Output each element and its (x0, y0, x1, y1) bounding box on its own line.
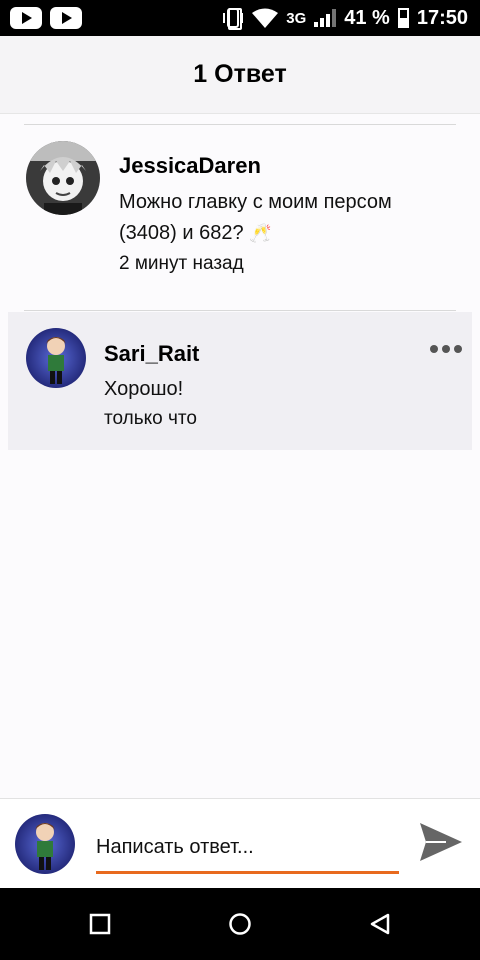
comment-author[interactable]: Sari_Rait (104, 341, 199, 367)
comment-time: только что (104, 408, 197, 429)
reply-input[interactable] (96, 829, 399, 874)
navigation-bar (0, 888, 480, 960)
divider (24, 124, 456, 125)
send-icon[interactable] (418, 821, 464, 863)
user-avatar[interactable] (15, 814, 75, 874)
battery-percent: 41 % (344, 6, 390, 29)
avatar[interactable] (26, 328, 86, 388)
signal-icon (314, 9, 337, 27)
clock: 17:50 (416, 6, 468, 29)
status-bar: 3G 41 % 17:50 (0, 0, 480, 36)
square-icon[interactable] (88, 912, 112, 936)
network-type: 3G (286, 9, 307, 27)
comment-author[interactable]: JessicaDaren (119, 153, 261, 179)
battery-icon (397, 8, 409, 28)
comment-text-line: (3408) и 682? 🥂 (119, 218, 392, 249)
back-triangle-icon[interactable] (368, 912, 392, 936)
vibrate-icon (222, 7, 244, 30)
comment-text: Можно главку с моим персом (3408) и 682?… (119, 187, 392, 249)
page-title: 1 Ответ (193, 60, 287, 88)
champagne-emoji: 🥂 (249, 223, 272, 243)
reply-bar (0, 798, 480, 888)
youtube-icon (50, 7, 82, 29)
header: 1 Ответ (0, 36, 480, 114)
circle-icon[interactable] (228, 912, 252, 936)
comment-time: 2 минут назад (119, 253, 244, 274)
more-options-icon[interactable] (430, 345, 462, 353)
divider (24, 310, 456, 311)
reply-highlight (8, 312, 472, 450)
comment-text: Хорошо! (104, 378, 184, 400)
youtube-icon (10, 7, 42, 29)
comment-text-line: Можно главку с моим персом (119, 191, 392, 213)
screen: 3G 41 % 17:50 1 Ответ JessicaDaren Можно… (0, 0, 480, 960)
comment-text-part: (3408) и 682? (119, 222, 244, 244)
avatar[interactable] (26, 141, 100, 215)
wifi-icon (252, 8, 279, 28)
